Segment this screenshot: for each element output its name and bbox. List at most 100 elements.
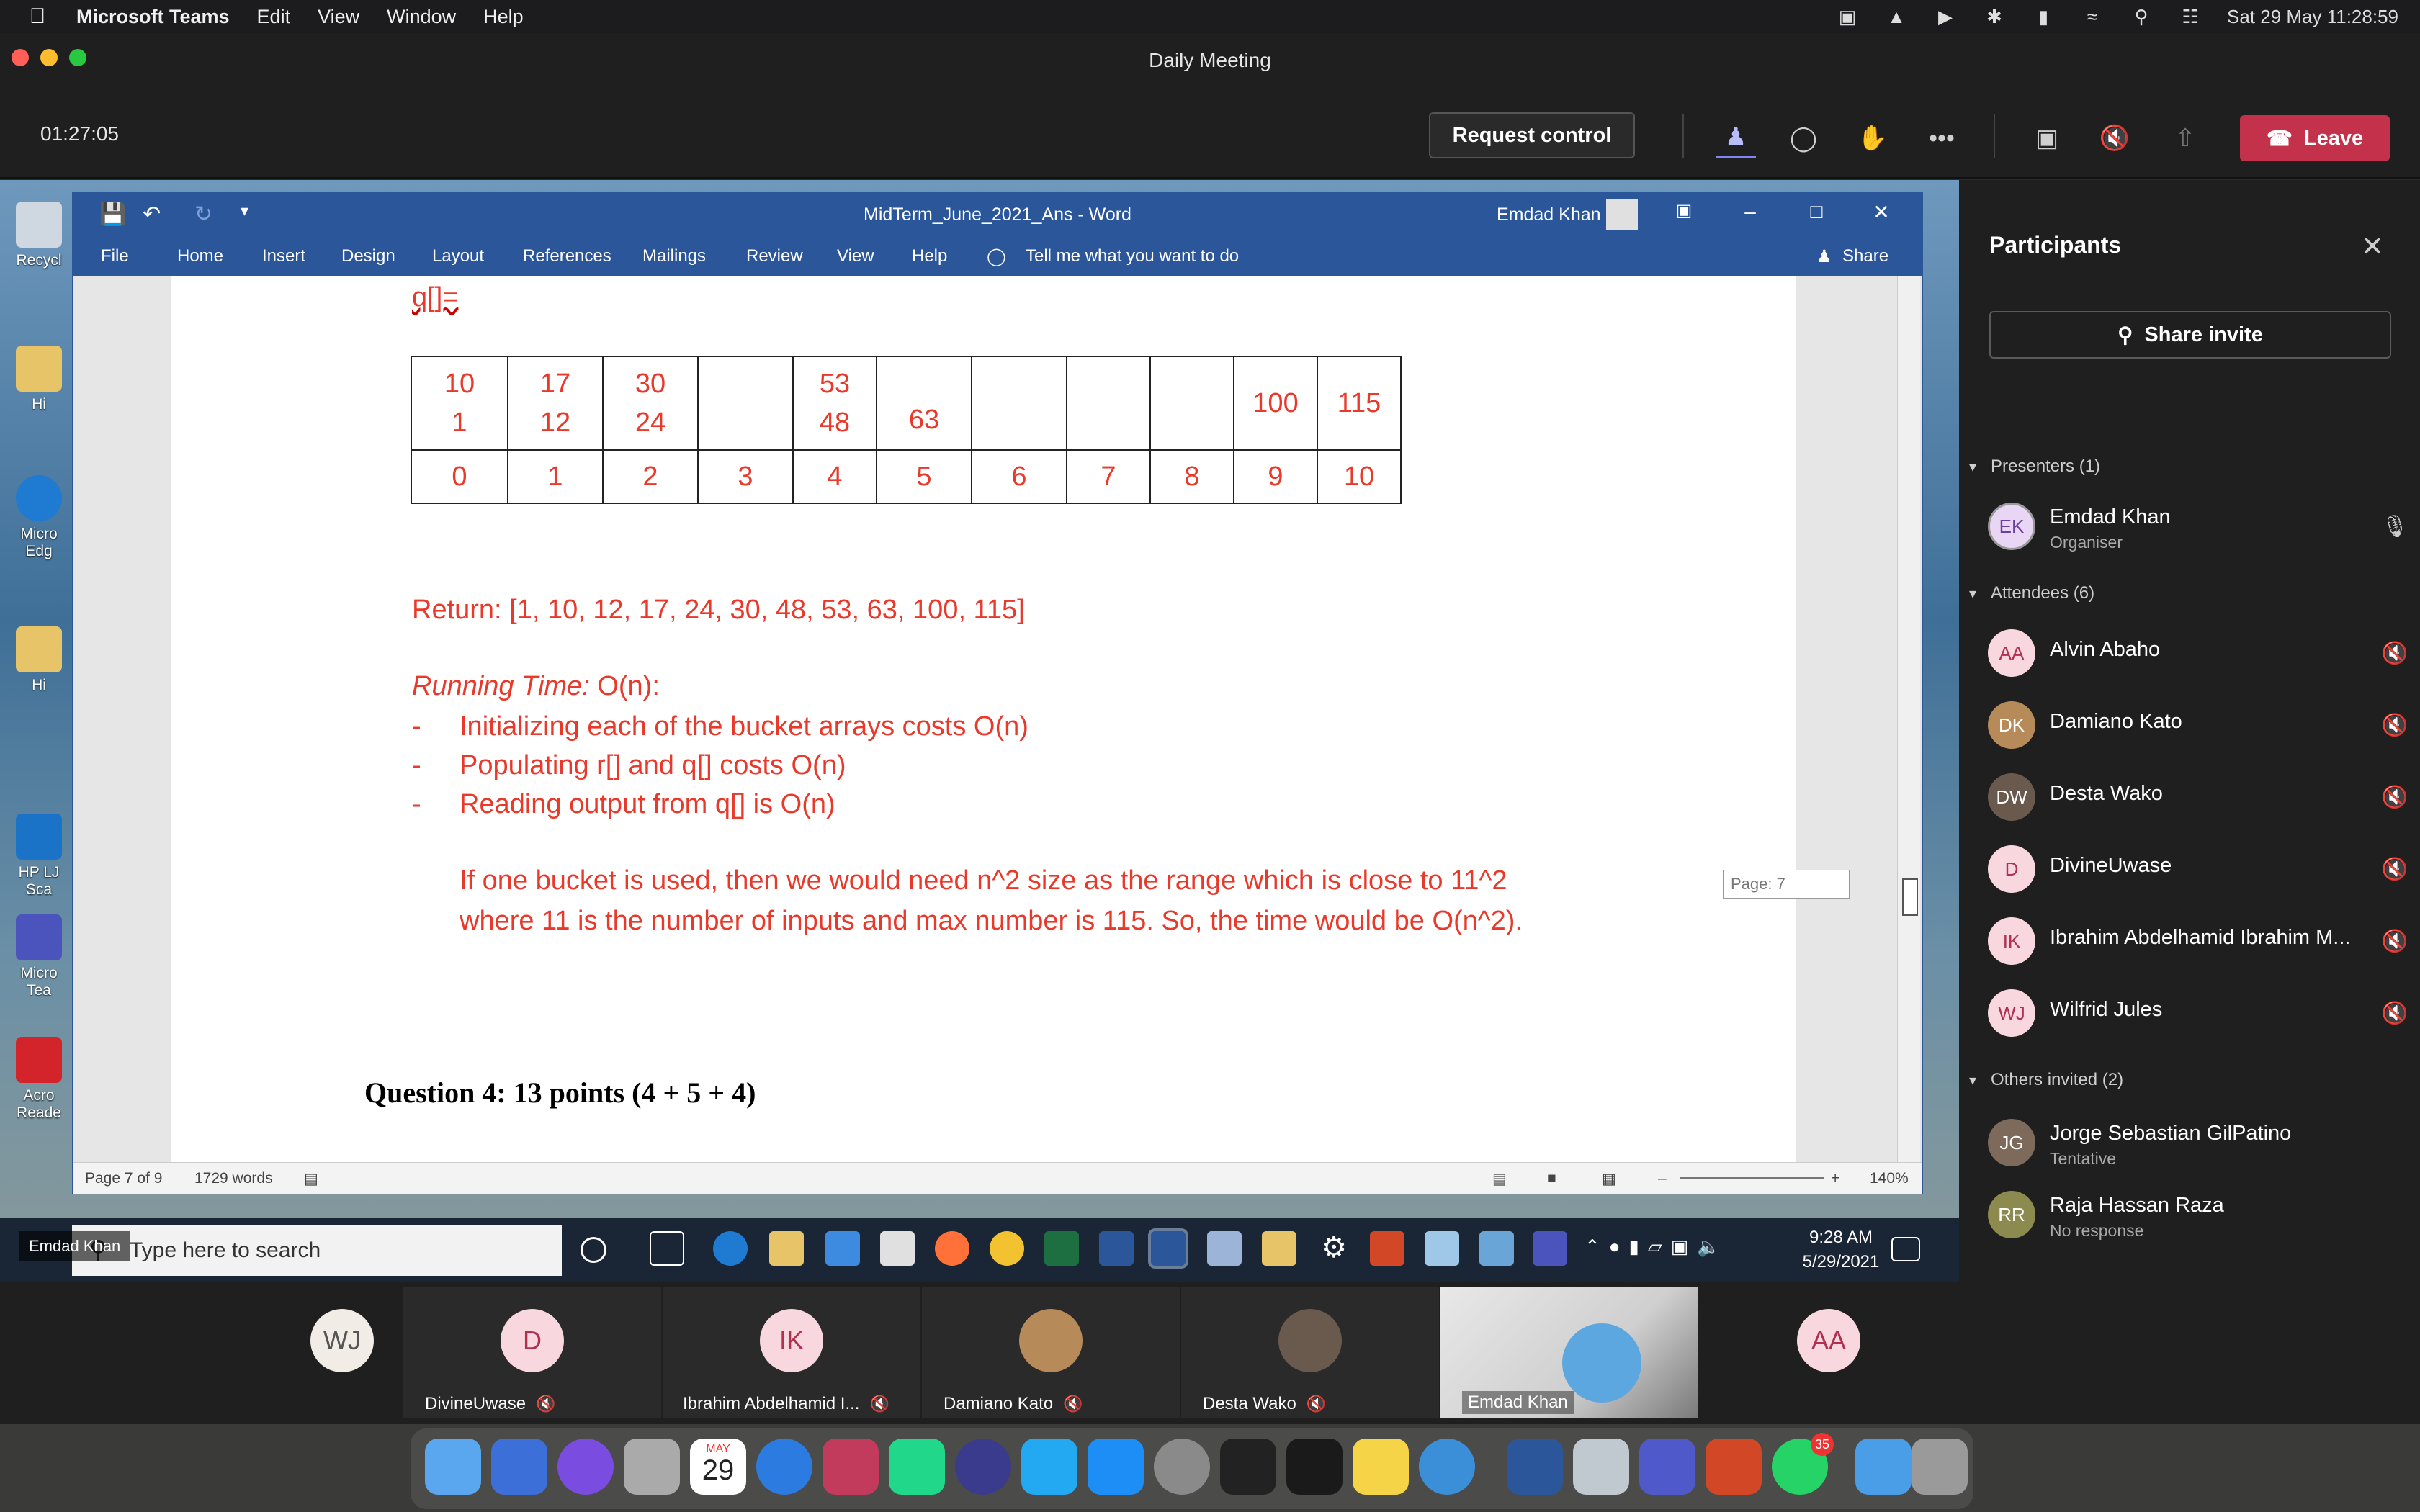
- close-icon[interactable]: ✕: [1860, 200, 1903, 229]
- participant-row[interactable]: DK Damiano Kato 🔇: [1988, 696, 2408, 753]
- vpn-status-icon[interactable]: ▲: [1884, 6, 1909, 27]
- powerpoint-icon[interactable]: [1370, 1231, 1404, 1266]
- apple-icon[interactable]: : [16, 4, 59, 29]
- finder-icon[interactable]: [425, 1439, 481, 1495]
- mic-muted-icon[interactable]: 🔇: [2094, 118, 2135, 158]
- tab-help[interactable]: Help: [912, 246, 947, 266]
- page-count[interactable]: Page 7 of 9: [85, 1170, 162, 1187]
- notifications-icon[interactable]: [1891, 1237, 1920, 1261]
- chat-icon[interactable]: ◯: [1783, 118, 1824, 158]
- desktop-icon[interactable]: Recycl: [10, 202, 68, 269]
- safari-icon[interactable]: [756, 1439, 812, 1495]
- raise-hand-icon[interactable]: ✋: [1852, 118, 1893, 158]
- spotlight-search-icon[interactable]: ⚲: [2129, 6, 2154, 27]
- bluetooth-icon[interactable]: ✱: [1982, 6, 2007, 27]
- teams-taskbar-icon[interactable]: [1533, 1231, 1567, 1266]
- desktop-icon[interactable]: Acro Reade: [10, 1037, 68, 1122]
- presenters-section-header[interactable]: ▾ Presenters (1): [1969, 456, 2100, 477]
- word-icon[interactable]: [1507, 1439, 1563, 1495]
- teams-icon[interactable]: [1639, 1439, 1695, 1495]
- word-share-button[interactable]: Share: [1842, 246, 1888, 266]
- print-layout-icon[interactable]: ■: [1547, 1170, 1556, 1187]
- activity-monitor-icon[interactable]: [1286, 1439, 1343, 1495]
- proofing-icon[interactable]: ▤: [304, 1170, 318, 1188]
- photos-icon[interactable]: [1479, 1231, 1514, 1266]
- mic-muted-icon[interactable]: 🔇: [2381, 641, 2408, 666]
- mic-muted-icon[interactable]: 🔇: [2381, 929, 2408, 954]
- siri-icon[interactable]: [557, 1439, 614, 1495]
- mic-muted-icon[interactable]: 🔇: [2381, 1001, 2408, 1026]
- video-tile[interactable]: Damiano Kato 🔇: [922, 1287, 1180, 1418]
- tab-references[interactable]: References: [523, 246, 611, 266]
- more-actions-icon[interactable]: •••: [1922, 118, 1962, 158]
- tab-mailings[interactable]: Mailings: [642, 246, 706, 266]
- menu-window[interactable]: Window: [387, 6, 456, 28]
- zoom-slider[interactable]: [1680, 1177, 1824, 1179]
- notes-icon[interactable]: [1425, 1231, 1459, 1266]
- file-explorer-icon[interactable]: [769, 1231, 804, 1266]
- excel-icon[interactable]: [1044, 1231, 1079, 1266]
- minimize-icon[interactable]: –: [1729, 200, 1772, 229]
- scrollbar-thumb[interactable]: [1902, 878, 1918, 916]
- tab-file[interactable]: File: [101, 246, 129, 266]
- document-canvas[interactable]: q[]= 10 1 17 12 30 24 53 48 63 100 115 0…: [73, 276, 1896, 1162]
- desktop-icon[interactable]: Hi: [10, 626, 68, 694]
- wifi-icon[interactable]: ≈: [2080, 6, 2105, 27]
- leave-button[interactable]: ☎ Leave: [2240, 115, 2390, 161]
- desktop-icon[interactable]: Micro Edg: [10, 475, 68, 560]
- task-view-icon[interactable]: [650, 1231, 684, 1266]
- launchpad-icon[interactable]: [624, 1439, 680, 1495]
- read-mode-icon[interactable]: ▤: [1492, 1170, 1507, 1188]
- stock-chart-icon[interactable]: [1099, 1231, 1134, 1266]
- participant-row[interactable]: IK Ibrahim Abdelhamid Ibrahim M... 🔇: [1988, 912, 2408, 969]
- desktop-icon[interactable]: HP LJ Sca: [10, 814, 68, 899]
- desktop-icon[interactable]: Hi: [10, 346, 68, 413]
- tab-view[interactable]: View: [837, 246, 874, 266]
- screen-share-icon[interactable]: [1573, 1439, 1629, 1495]
- battery-icon[interactable]: ▮: [2031, 6, 2056, 27]
- notes-icon[interactable]: [1353, 1439, 1409, 1495]
- word-count[interactable]: 1729 words: [194, 1170, 273, 1187]
- vscode-icon[interactable]: [1021, 1439, 1077, 1495]
- settings-gear-icon[interactable]: ⚙: [1317, 1231, 1351, 1266]
- close-icon[interactable]: ✕: [2361, 230, 2384, 263]
- system-preferences-icon[interactable]: [1154, 1439, 1210, 1495]
- play-status-icon[interactable]: ▶: [1933, 6, 1958, 27]
- ribbon-display-options-icon[interactable]: ▣: [1662, 200, 1706, 229]
- mic-muted-icon[interactable]: 🔇: [2381, 785, 2408, 810]
- terminal-icon[interactable]: [1220, 1439, 1276, 1495]
- tab-review[interactable]: Review: [746, 246, 803, 266]
- mail-icon[interactable]: [825, 1231, 860, 1266]
- video-tile[interactable]: AA: [1700, 1287, 1958, 1418]
- attendees-section-header[interactable]: ▾ Attendees (6): [1969, 583, 2094, 603]
- share-invite-button[interactable]: ⚲ Share invite: [1989, 311, 2391, 359]
- participant-row[interactable]: AA Alvin Abaho 🔇: [1988, 624, 2408, 681]
- calendar-icon[interactable]: MAY 29: [690, 1439, 746, 1495]
- edge-icon[interactable]: [713, 1231, 748, 1266]
- tab-home[interactable]: Home: [177, 246, 223, 266]
- tab-insert[interactable]: Insert: [262, 246, 305, 266]
- user-avatar[interactable]: [1606, 199, 1638, 230]
- windows-clock[interactable]: 9:28 AM 5/29/2021: [1798, 1225, 1884, 1274]
- mic-icon[interactable]: 🎙: [2381, 514, 2408, 539]
- zoom-out-icon[interactable]: –: [1658, 1170, 1667, 1187]
- participant-row[interactable]: EK Emdad Khan Organiser 🎙: [1988, 497, 2408, 554]
- chrome-icon[interactable]: [990, 1231, 1024, 1266]
- files-icon[interactable]: [491, 1439, 547, 1495]
- system-tray-icons[interactable]: ⌃●▮▱▣🔈: [1585, 1236, 1801, 1270]
- document-page[interactable]: q[]= 10 1 17 12 30 24 53 48 63 100 115 0…: [171, 276, 1796, 1162]
- participant-row[interactable]: JG Jorge Sebastian GilPatino Tentative: [1988, 1113, 2406, 1171]
- folder-icon[interactable]: [1262, 1231, 1296, 1266]
- firefox-icon[interactable]: [935, 1231, 969, 1266]
- menubar-clock[interactable]: Sat 29 May 11:28:59: [2227, 6, 2398, 28]
- request-control-button[interactable]: Request control: [1429, 112, 1635, 158]
- participant-row[interactable]: RR Raja Hassan Raza No response: [1988, 1185, 2406, 1243]
- mic-muted-icon[interactable]: 🔇: [2381, 713, 2408, 738]
- others-invited-section-header[interactable]: ▾ Others invited (2): [1969, 1070, 2123, 1090]
- zoom-level[interactable]: 140%: [1870, 1170, 1909, 1187]
- web-layout-icon[interactable]: ▦: [1602, 1170, 1616, 1188]
- downloads-folder-icon[interactable]: [1855, 1439, 1912, 1495]
- video-tile[interactable]: D DivineUwase 🔇: [403, 1287, 661, 1418]
- vpn-client-icon[interactable]: [1419, 1439, 1475, 1495]
- mic-muted-icon[interactable]: 🔇: [2381, 857, 2408, 882]
